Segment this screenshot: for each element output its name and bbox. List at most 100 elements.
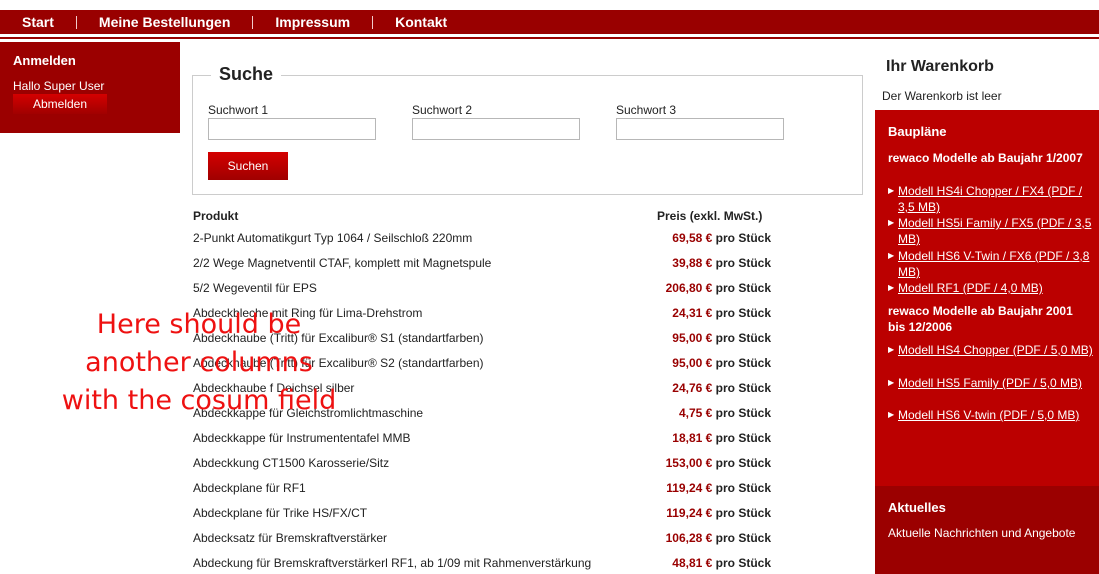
price-amount: 153,00 €	[665, 456, 713, 470]
arrow-right-icon: ▶	[888, 378, 895, 387]
search-fieldset: Suche Suchwort 1 Suchwort 2 Suchwort 3 S…	[192, 64, 863, 195]
product-price: 106,28 € pro Stück	[666, 531, 771, 545]
product-price: 69,58 € pro Stück	[672, 231, 771, 245]
plans-group-title: rewaco Modelle ab Baujahr 2001 bis 12/20…	[888, 304, 1073, 334]
price-amount: 24,76 €	[672, 381, 713, 395]
search-label-2: Suchwort 2	[412, 103, 473, 117]
price-amount: 18,81 €	[672, 431, 713, 445]
plan-link-text: Modell HS6 V-Twin / FX6 (PDF / 3,8 MB)	[898, 249, 1090, 279]
price-amount: 119,24 €	[666, 481, 713, 495]
plans-panel: Baupläne rewaco Modelle ab Baujahr 1/200…	[875, 110, 1099, 486]
table-row: Abdeckhaube f Deichsel silber 24,76 € pro…	[193, 379, 793, 404]
table-row: 2/2 Wege Magnetventil CTAF, komplett mit…	[193, 254, 793, 279]
search-input-3[interactable]	[616, 118, 784, 140]
product-price: 153,00 € pro Stück	[666, 456, 771, 470]
table-row: Abdeckhaube (Tritt) für Excalibur® S2 (s…	[193, 354, 793, 379]
cart-empty-message: Der Warenkorb ist leer	[882, 89, 1002, 103]
product-name: Abdeckkappe für Gleichstromlichtmaschine	[193, 406, 424, 420]
news-panel: Aktuelles Aktuelle Nachrichten und Angeb…	[875, 486, 1099, 574]
search-label-1: Suchwort 1	[208, 103, 269, 117]
product-name: Abdeckhaube f Deichsel silber	[193, 381, 355, 395]
price-unit: pro Stück	[715, 281, 771, 295]
price-unit: pro Stück	[715, 381, 771, 395]
product-price: 39,88 € pro Stück	[672, 256, 771, 270]
product-name: Abdeckhaube (Tritt) für Excalibur® S1 (s…	[193, 331, 484, 345]
table-row: Abdeckhaube (Tritt) für Excalibur® S1 (s…	[193, 329, 793, 354]
logout-button[interactable]: Abmelden	[13, 94, 107, 114]
plan-pdf-link[interactable]: ▶ Modell HS6 V-Twin / FX6 (PDF / 3,8 MB)	[888, 248, 1093, 280]
price-unit: pro Stück	[715, 406, 771, 420]
plan-pdf-link[interactable]: ▶ Modell HS5 Family (PDF / 5,0 MB)	[888, 375, 1093, 391]
news-title: Aktuelles	[888, 500, 946, 515]
plan-link-text: Modell HS4 Chopper (PDF / 5,0 MB)	[898, 343, 1093, 357]
plan-pdf-link[interactable]: ▶ Modell RF1 (PDF / 4,0 MB)	[888, 280, 1093, 296]
product-name: Abdeckkappe für Instrumententafel MMB	[193, 431, 411, 445]
product-name: Abdecksatz für Bremskraftverstärker	[193, 531, 388, 545]
price-unit: pro Stück	[715, 306, 771, 320]
product-name: 2/2 Wege Magnetventil CTAF, komplett mit…	[193, 256, 492, 270]
product-name: 5/2 Wegeventil für EPS	[193, 281, 317, 295]
plan-link-text: Modell HS5 Family (PDF / 5,0 MB)	[898, 376, 1083, 390]
table-row: Abdeckbleche mit Ring für Lima-Drehstrom…	[193, 304, 793, 329]
price-amount: 95,00 €	[672, 356, 713, 370]
plan-pdf-link[interactable]: ▶ Modell HS4i Chopper / FX4 (PDF / 3,5 MB…	[888, 183, 1093, 215]
plan-pdf-link[interactable]: ▶ Modell HS5i Family / FX5 (PDF / 3,5 MB)	[888, 215, 1093, 247]
product-name: Abdeckung für Bremskraftverstärkerl RF1,…	[193, 556, 592, 570]
plan-link-text: Modell RF1 (PDF / 4,0 MB)	[898, 281, 1043, 295]
nav-start[interactable]: Start	[0, 14, 76, 30]
table-row: Abdeckplane für RF1 119,24 € pro Stück	[193, 479, 793, 504]
product-price: 24,76 € pro Stück	[672, 381, 771, 395]
search-input-1[interactable]	[208, 118, 376, 140]
column-header-product: Produkt	[193, 209, 239, 223]
plan-pdf-link[interactable]: ▶ Modell HS4 Chopper (PDF / 5,0 MB)	[888, 342, 1093, 358]
arrow-right-icon: ▶	[888, 218, 895, 227]
price-unit: pro Stück	[715, 331, 771, 345]
plan-link-text: Modell HS6 V-twin (PDF / 5,0 MB)	[898, 408, 1080, 422]
price-unit: pro Stück	[715, 506, 771, 520]
product-price: 24,31 € pro Stück	[672, 306, 771, 320]
table-row: Abdecksatz für Bremskraftverstärker 106,2…	[193, 529, 793, 554]
search-input-2[interactable]	[412, 118, 580, 140]
plan-link-text: Modell HS4i Chopper / FX4 (PDF / 3,5 MB)	[898, 184, 1083, 214]
nav-impressum[interactable]: Impressum	[253, 14, 372, 30]
product-price: 18,81 € pro Stück	[672, 431, 771, 445]
login-title: Anmelden	[13, 53, 76, 68]
product-name: Abdeckplane für Trike HS/FX/CT	[193, 506, 368, 520]
nav-meine-bestellungen[interactable]: Meine Bestellungen	[77, 14, 252, 30]
product-name: Abdeckhaube (Tritt) für Excalibur® S2 (s…	[193, 356, 484, 370]
price-unit: pro Stück	[715, 481, 771, 495]
product-name: Abdeckplane für RF1	[193, 481, 306, 495]
nav-kontakt[interactable]: Kontakt	[373, 14, 469, 30]
arrow-right-icon: ▶	[888, 251, 895, 260]
product-name: Abdeckkung CT1500 Karosserie/Sitz	[193, 456, 390, 470]
arrow-right-icon: ▶	[888, 283, 895, 292]
price-amount: 24,31 €	[672, 306, 713, 320]
price-unit: pro Stück	[715, 531, 771, 545]
search-legend: Suche	[211, 64, 282, 85]
product-price: 4,75 € pro Stück	[679, 406, 771, 420]
column-header-price: Preis (exkl. MwSt.)	[657, 209, 763, 223]
price-amount: 119,24 €	[666, 506, 713, 520]
price-amount: 206,80 €	[665, 281, 713, 295]
price-amount: 106,28 €	[665, 531, 713, 545]
table-row: Abdeckkung CT1500 Karosserie/Sitz 153,00 …	[193, 454, 793, 479]
table-row: Abdeckung für Bremskraftverstärkerl RF1,…	[193, 554, 793, 574]
table-row: Abdeckkappe für Gleichstromlichtmaschine…	[193, 404, 793, 429]
product-price: 119,24 € pro Stück	[666, 506, 771, 520]
table-row: Abdeckkappe für Instrumententafel MMB 18,…	[193, 429, 793, 454]
price-unit: pro Stück	[715, 556, 771, 570]
search-label-3: Suchwort 3	[616, 103, 677, 117]
product-price: 95,00 € pro Stück	[672, 356, 771, 370]
price-amount: 48,81 €	[672, 556, 713, 570]
news-text[interactable]: Aktuelle Nachrichten und Angebote	[888, 525, 1088, 541]
plans-title: Baupläne	[888, 124, 947, 139]
price-amount: 39,88 €	[672, 256, 713, 270]
plan-link-text: Modell HS5i Family / FX5 (PDF / 3,5 MB)	[898, 216, 1092, 246]
plan-pdf-link[interactable]: ▶ Modell HS6 V-twin (PDF / 5,0 MB)	[888, 407, 1093, 423]
price-unit: pro Stück	[715, 456, 771, 470]
login-box: Anmelden Hallo Super User Abmelden	[0, 42, 180, 133]
cart-title: Ihr Warenkorb	[886, 58, 994, 75]
product-price: 206,80 € pro Stück	[666, 281, 771, 295]
search-button[interactable]: Suchen	[208, 152, 288, 180]
top-navigation: Start Meine Bestellungen Impressum Konta…	[0, 10, 1099, 34]
